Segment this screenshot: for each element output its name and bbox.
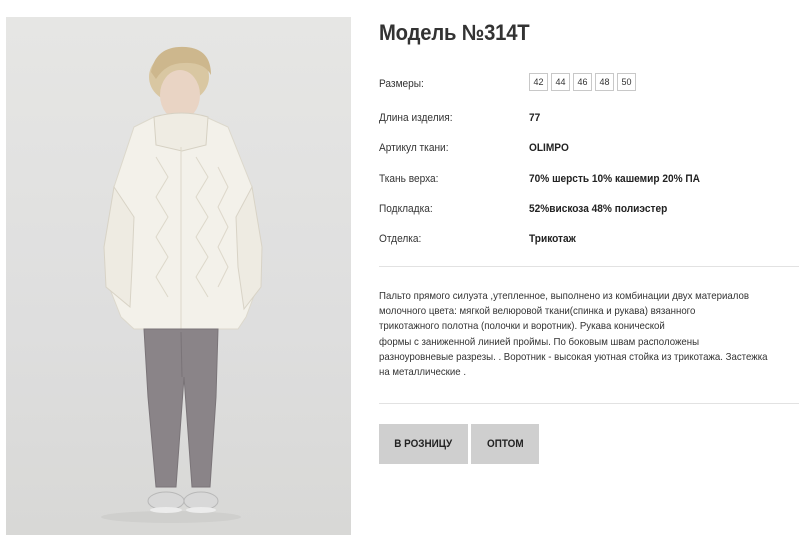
model-illustration	[101, 46, 263, 523]
finish-label: Отделка:	[379, 233, 422, 245]
retail-button[interactable]: В РОЗНИЦУ	[379, 424, 468, 464]
length-value: 77	[529, 112, 541, 124]
description-line: на металлические .	[379, 366, 467, 379]
description-line: молочного цвета: мягкой велюровой ткани(…	[379, 305, 696, 318]
size-option-44[interactable]: 44	[551, 73, 570, 91]
size-selector: 42 44 46 48 50	[529, 73, 636, 91]
fabric-code-label: Артикул ткани:	[379, 142, 449, 154]
product-description: Пальто прямого силуэта ,утепленное, выпо…	[379, 289, 799, 380]
lining-label: Подкладка:	[379, 203, 433, 215]
description-line: разноуровневые разрезы. . Воротник - выс…	[379, 350, 768, 363]
description-line: формы с заниженной линией проймы. По бок…	[379, 335, 700, 348]
top-fabric-label: Ткань верха:	[379, 173, 439, 185]
product-photo	[6, 17, 351, 535]
retail-button-label: В РОЗНИЦУ	[394, 438, 453, 450]
fabric-code-value: OLIMPO	[529, 142, 569, 154]
divider-top	[379, 266, 799, 267]
product-title: Модель №314T	[379, 20, 530, 45]
divider-bottom	[379, 403, 799, 404]
sizes-label: Размеры:	[379, 78, 424, 90]
description-line: Пальто прямого силуэта ,утепленное, выпо…	[379, 290, 749, 302]
size-option-48[interactable]: 48	[595, 73, 614, 91]
description-line: трикотажного полотна (полочки и воротник…	[379, 320, 665, 333]
finish-value: Трикотаж	[529, 233, 576, 245]
top-fabric-value: 70% шерсть 10% кашемир 20% ПА	[529, 173, 700, 185]
length-label: Длина изделия:	[379, 112, 453, 124]
lining-value: 52%вискоза 48% полиэстер	[529, 203, 668, 215]
size-option-46[interactable]: 46	[573, 73, 592, 91]
size-option-42[interactable]: 42	[529, 73, 548, 91]
wholesale-button-label: ОПТОМ	[486, 438, 524, 450]
wholesale-button[interactable]: ОПТОМ	[471, 424, 539, 464]
size-option-50[interactable]: 50	[617, 73, 636, 91]
